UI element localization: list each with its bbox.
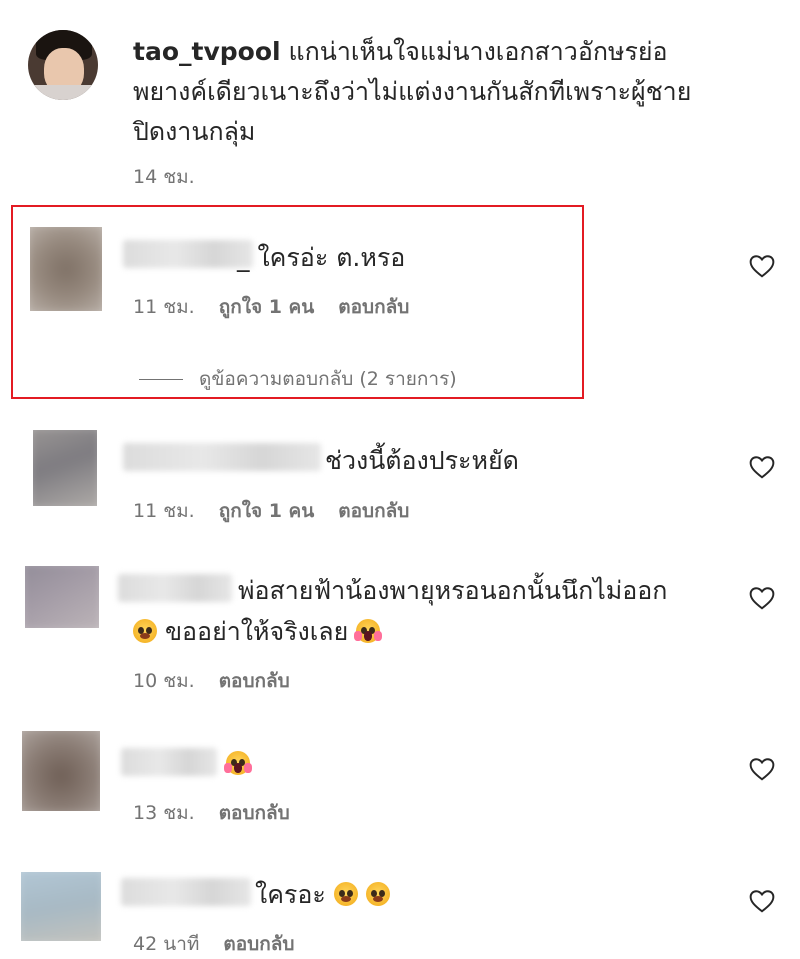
screaming-face-icon xyxy=(354,619,383,643)
reply-button[interactable]: ตอบกลับ xyxy=(338,496,409,526)
comment-text: tao_tvpool แกน่าเห็นใจแม่นางเอกสาวอักษรย… xyxy=(133,37,668,66)
avatar[interactable] xyxy=(28,30,98,100)
comment-meta: 14 ชม. xyxy=(133,162,195,192)
replies-divider xyxy=(139,378,183,380)
timestamp: 13 ชม. xyxy=(133,802,195,824)
pleading-face-icon xyxy=(365,882,390,906)
reply-button[interactable]: ตอบกลับ xyxy=(223,929,294,959)
username-blurred[interactable] xyxy=(121,878,251,906)
pleading-face-icon xyxy=(333,882,358,906)
heart-outline-icon[interactable] xyxy=(749,254,775,278)
avatar[interactable] xyxy=(33,430,97,506)
heart-outline-icon[interactable] xyxy=(749,455,775,479)
screaming-face-icon xyxy=(224,751,252,775)
comment-text-line: ขออย่าให้จริงเลย xyxy=(133,612,383,652)
comment-meta: 42 นาที ตอบกลับ xyxy=(133,929,294,959)
comment-text: พ่อสายฟ้าน้องพายุหรอนอกนั้นนึกไม่ออก xyxy=(238,576,668,605)
username[interactable]: tao_tvpool xyxy=(133,37,281,66)
avatar[interactable] xyxy=(21,872,101,941)
comment-meta: 10 ชม. ตอบกลับ xyxy=(133,666,290,696)
comment-meta: 11 ชม. ถูกใจ 1 คน ตอบกลับ xyxy=(133,496,409,526)
comment-meta: 11 ชม. ถูกใจ 1 คน ตอบกลับ xyxy=(133,292,409,322)
heart-outline-icon[interactable] xyxy=(749,586,775,610)
comment-text: _ ใครอ่ะ ต.หรอ xyxy=(237,243,406,272)
avatar[interactable] xyxy=(25,566,99,628)
comment-text-line: พยางค์เดียวเนาะถึงว่าไม่แต่งงานกันสักทีเ… xyxy=(133,77,692,106)
view-replies-label[interactable]: ดูข้อความตอบกลับ (2 รายการ) xyxy=(199,364,457,394)
timestamp: 14 ชม. xyxy=(133,166,195,188)
reply-button[interactable]: ตอบกลับ xyxy=(338,292,409,322)
username-blurred[interactable] xyxy=(118,574,232,602)
reply-button[interactable]: ตอบกลับ xyxy=(219,666,290,696)
username-blurred[interactable] xyxy=(123,443,321,471)
reply-button[interactable]: ตอบกลับ xyxy=(219,798,290,828)
username-blurred[interactable] xyxy=(123,240,253,268)
comment-text: ใครอะ xyxy=(255,875,390,915)
heart-outline-icon[interactable] xyxy=(749,757,775,781)
heart-outline-icon[interactable] xyxy=(749,889,775,913)
timestamp: 10 ชม. xyxy=(133,670,195,692)
likes-count[interactable]: ถูกใจ 1 คน xyxy=(219,496,315,526)
view-replies-button[interactable]: ดูข้อความตอบกลับ (2 รายการ) xyxy=(139,364,457,394)
comment-text-line: ปิดงานกลุ่ม xyxy=(133,117,256,146)
avatar[interactable] xyxy=(30,227,102,311)
timestamp: 11 ชม. xyxy=(133,296,195,318)
likes-count[interactable]: ถูกใจ 1 คน xyxy=(219,292,315,322)
comment-meta: 13 ชม. ตอบกลับ xyxy=(133,798,290,828)
comment-text: ช่วงนี้ต้องประหยัด xyxy=(325,446,519,475)
timestamp: 11 ชม. xyxy=(133,500,195,522)
timestamp: 42 นาที xyxy=(133,933,200,955)
avatar[interactable] xyxy=(22,731,100,811)
pleading-face-icon xyxy=(133,619,157,643)
username-blurred[interactable] xyxy=(121,748,217,776)
comment-text xyxy=(224,744,252,784)
